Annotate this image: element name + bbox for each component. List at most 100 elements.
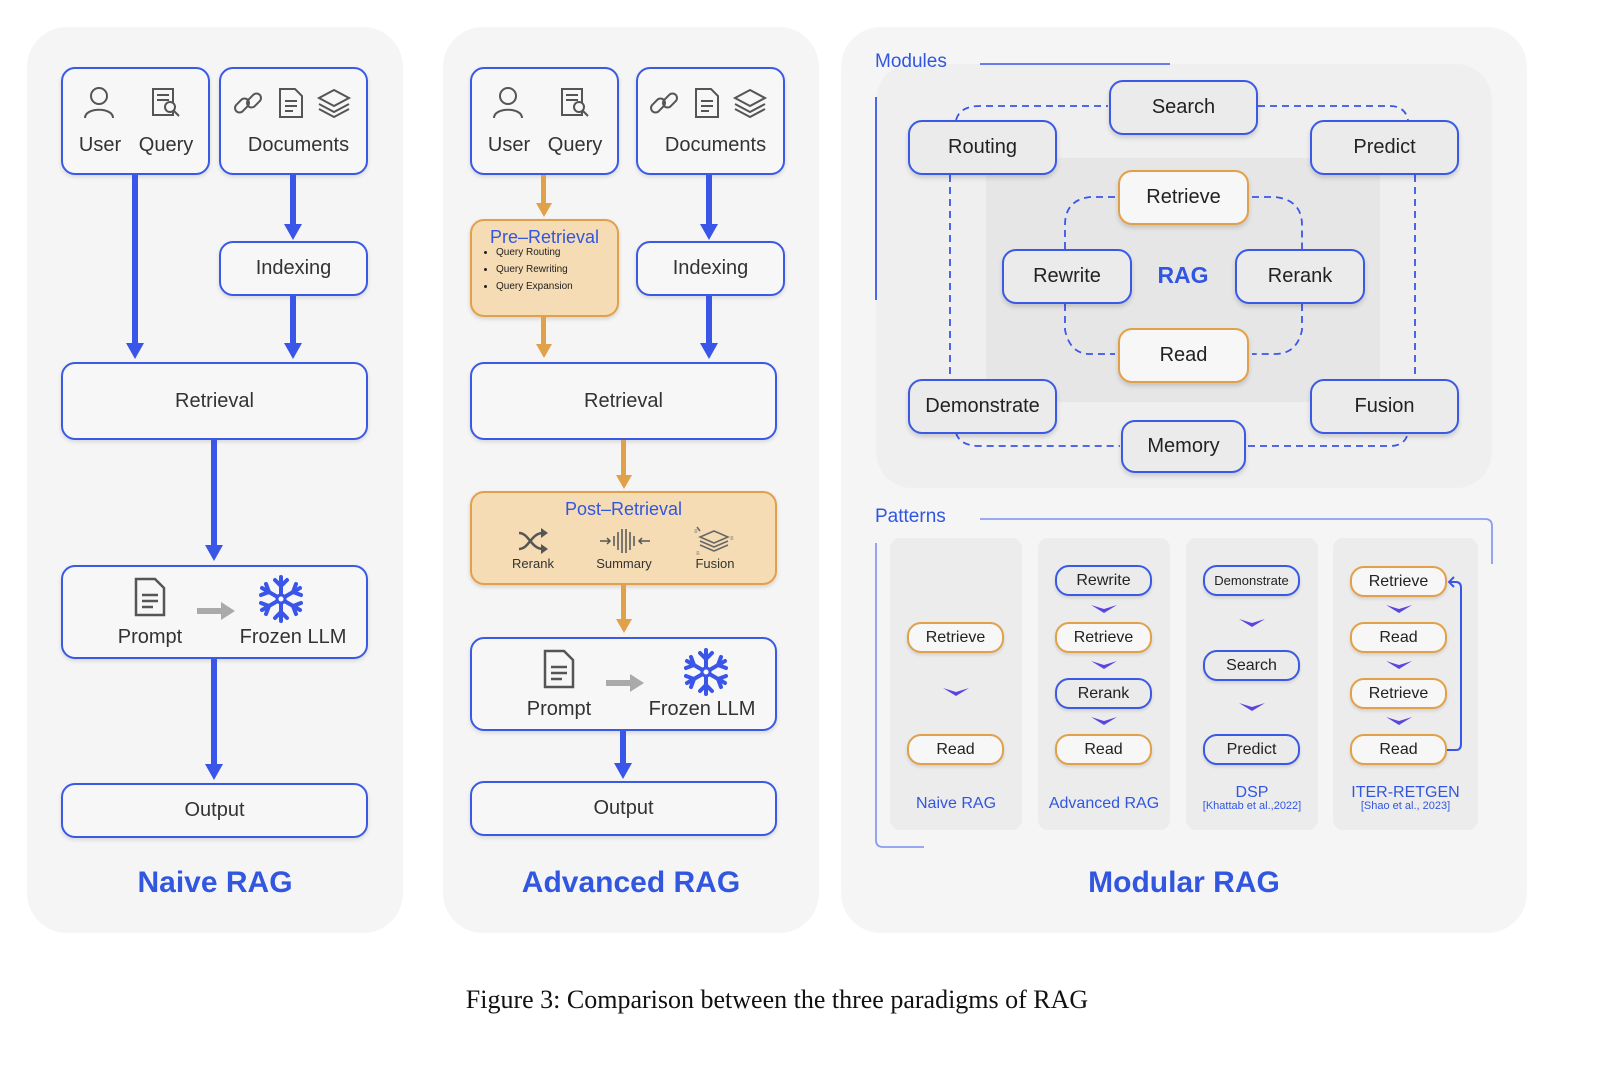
flow-line bbox=[621, 585, 626, 620]
documents-label: Documents bbox=[664, 134, 767, 156]
pattern-citation: [Khattab et al.,2022] bbox=[1202, 800, 1302, 812]
pre-retrieval-item: Query Rewriting bbox=[496, 261, 573, 278]
module-rewrite: Rewrite bbox=[1002, 249, 1132, 304]
flow-line bbox=[706, 296, 712, 346]
module-routing: Routing bbox=[908, 120, 1057, 175]
arrow-down bbox=[536, 344, 552, 358]
fusion-icon: ≡≡≡ bbox=[694, 526, 734, 557]
document-icon bbox=[695, 88, 719, 118]
pattern-step: Retrieve bbox=[1350, 566, 1447, 597]
chevron-down-icon bbox=[1239, 703, 1265, 711]
user-icon bbox=[493, 87, 523, 119]
module-predict: Predict bbox=[1310, 120, 1459, 175]
summary-icon bbox=[600, 529, 650, 553]
pre-retrieval-item: Query Expansion bbox=[496, 278, 573, 295]
module-demonstrate: Demonstrate bbox=[908, 379, 1057, 434]
svg-text:≡: ≡ bbox=[694, 529, 698, 535]
query-label: Query bbox=[547, 134, 603, 156]
snowflake-icon bbox=[259, 575, 303, 623]
arrow-right-icon bbox=[606, 674, 644, 692]
pattern-citation: [Shao et al., 2023] bbox=[1360, 800, 1451, 812]
flow-line bbox=[541, 175, 546, 205]
summary-label: Summary bbox=[596, 556, 652, 571]
documents-label: Documents bbox=[247, 134, 350, 156]
pattern-step: Retrieve bbox=[907, 622, 1004, 653]
arrow-down bbox=[126, 343, 144, 359]
retrieval-box: Retrieval bbox=[470, 362, 777, 440]
arrow-down bbox=[616, 619, 632, 633]
documents-box bbox=[636, 67, 785, 175]
post-retrieval-title: Post–Retrieval bbox=[564, 499, 683, 519]
prompt-document-icon bbox=[543, 649, 575, 689]
flow-line bbox=[621, 440, 626, 476]
frozen-llm-label: Frozen LLM bbox=[648, 698, 756, 720]
modular-rag-title: Modular RAG bbox=[1088, 866, 1280, 899]
flow-line bbox=[706, 175, 712, 227]
prompt-label: Prompt bbox=[117, 626, 183, 648]
flow-line bbox=[211, 440, 217, 548]
pattern-name: Naive RAG bbox=[915, 795, 997, 812]
pattern-step: Rewrite bbox=[1055, 565, 1152, 596]
arrow-down bbox=[284, 343, 302, 359]
document-icon bbox=[279, 88, 303, 118]
user-query-box bbox=[470, 67, 619, 175]
arrow-down bbox=[536, 203, 552, 217]
layers-icon bbox=[732, 88, 768, 119]
chevron-down-icon bbox=[1091, 661, 1117, 669]
pre-retrieval-list: Query Routing Query Rewriting Query Expa… bbox=[482, 244, 573, 295]
module-read: Read bbox=[1118, 328, 1249, 383]
arrow-down bbox=[700, 343, 718, 359]
chevron-down-icon bbox=[1239, 619, 1265, 627]
pattern-step: Predict bbox=[1203, 734, 1300, 765]
arrow-down bbox=[205, 545, 223, 561]
svg-text:≡: ≡ bbox=[730, 536, 734, 542]
pattern-step: Read bbox=[1055, 734, 1152, 765]
chevron-down-icon bbox=[1386, 661, 1412, 669]
pattern-step: Demonstrate bbox=[1203, 565, 1300, 596]
output-box: Output bbox=[470, 781, 777, 836]
flow-line bbox=[290, 175, 296, 227]
module-fusion: Fusion bbox=[1310, 379, 1459, 434]
prompt-document-icon bbox=[134, 577, 166, 617]
chevron-down-icon bbox=[1386, 605, 1412, 613]
fusion-label: Fusion bbox=[695, 556, 735, 571]
pattern-step: Retrieve bbox=[1350, 678, 1447, 709]
pattern-step: Search bbox=[1203, 650, 1300, 681]
arrow-right-icon bbox=[197, 602, 235, 620]
flow-line bbox=[211, 659, 217, 767]
layers-icon bbox=[316, 88, 352, 119]
indexing-box: Indexing bbox=[636, 241, 785, 296]
chevron-down-icon bbox=[943, 688, 969, 696]
pre-retrieval-item: Query Routing bbox=[496, 244, 573, 261]
module-rerank: Rerank bbox=[1235, 249, 1365, 304]
shuffle-icon bbox=[518, 528, 548, 554]
documents-box bbox=[219, 67, 368, 175]
frozen-llm-label: Frozen LLM bbox=[239, 626, 347, 648]
pattern-column-naive bbox=[890, 538, 1022, 830]
query-icon bbox=[561, 88, 589, 117]
figure-caption: Figure 3: Comparison between the three p… bbox=[465, 985, 1089, 1014]
flow-line bbox=[620, 731, 626, 765]
chevron-down-icon bbox=[1091, 605, 1117, 613]
indexing-box: Indexing bbox=[219, 241, 368, 296]
arrow-down bbox=[616, 475, 632, 489]
pattern-step: Read bbox=[1350, 622, 1447, 653]
arrow-down bbox=[205, 764, 223, 780]
rag-center-label: RAG bbox=[1157, 262, 1209, 288]
arrow-down bbox=[700, 224, 718, 240]
query-icon bbox=[152, 88, 180, 117]
link-icon bbox=[650, 92, 678, 114]
retrieval-box: Retrieval bbox=[61, 362, 368, 440]
query-label: Query bbox=[138, 134, 194, 156]
arrow-down bbox=[614, 763, 632, 779]
flow-line bbox=[290, 296, 296, 346]
user-query-box bbox=[61, 67, 210, 175]
module-search: Search bbox=[1109, 80, 1258, 135]
user-icon bbox=[84, 87, 114, 119]
flow-line bbox=[541, 317, 546, 345]
output-box: Output bbox=[61, 783, 368, 838]
naive-rag-title: Naive RAG bbox=[137, 866, 293, 899]
loop-back-arrow bbox=[1447, 576, 1462, 751]
prompt-label: Prompt bbox=[526, 698, 592, 720]
chevron-down-icon bbox=[1091, 717, 1117, 725]
